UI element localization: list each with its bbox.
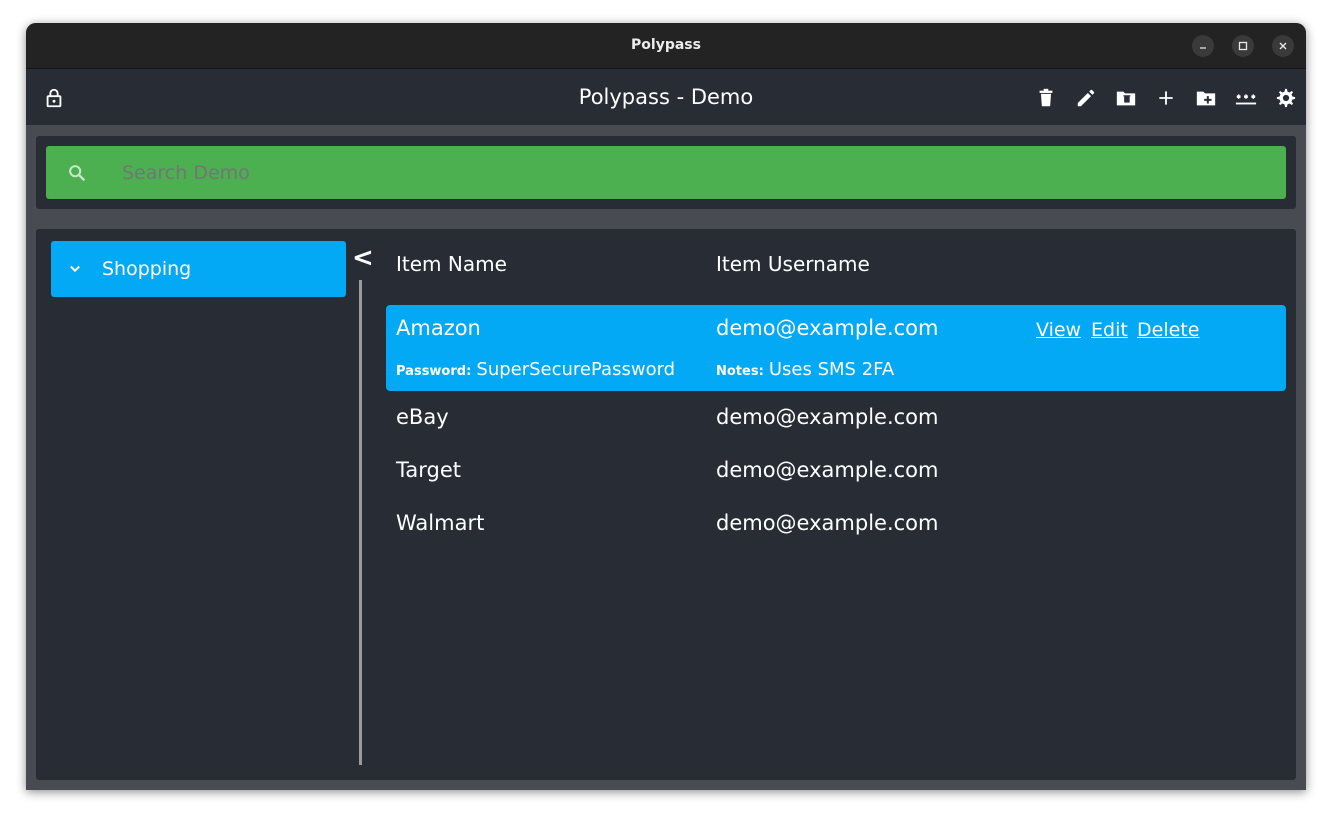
chevron-down-icon: [70, 265, 80, 273]
column-header-item-username: Item Username: [716, 252, 870, 276]
table-row[interactable]: Target demo@example.com: [386, 450, 1286, 500]
minimize-icon: [1200, 47, 1206, 49]
item-username: demo@example.com: [716, 316, 939, 340]
app-header: Polypass - Demo: [26, 69, 1306, 125]
password-value: SuperSecurePassword: [476, 359, 676, 380]
app-window: Polypass Polypass - Demo Search Demo Sho…: [26, 23, 1306, 790]
item-username: demo@example.com: [716, 405, 939, 429]
item-username: demo@example.com: [716, 511, 939, 535]
password-label: Password:: [396, 364, 472, 379]
view-link[interactable]: View: [1036, 319, 1081, 341]
close-window-button[interactable]: [1272, 35, 1294, 57]
plus-icon: [1159, 91, 1173, 105]
maximize-button[interactable]: [1232, 35, 1254, 57]
delete-link[interactable]: Delete: [1137, 319, 1199, 341]
sidebar-item-label: Shopping: [102, 258, 192, 280]
notes-label: Notes:: [716, 364, 764, 379]
search-icon: [69, 165, 86, 182]
window-title: Polypass: [631, 37, 701, 53]
delete-folder-button[interactable]: [1034, 86, 1058, 110]
main-content: Shopping < Item Name Item Username Amazo…: [36, 229, 1296, 780]
password-generator-button[interactable]: [1234, 86, 1258, 110]
notes-value: Uses SMS 2FA: [768, 359, 895, 380]
search-input[interactable]: [122, 160, 1222, 186]
add-item-button[interactable]: [1154, 86, 1178, 110]
notes-detail: Notes: Uses SMS 2FA: [716, 359, 894, 380]
pencil-icon: [1077, 89, 1095, 107]
table-row[interactable]: Walmart demo@example.com: [386, 503, 1286, 553]
edit-link[interactable]: Edit: [1091, 319, 1128, 341]
item-name: Target: [396, 458, 461, 482]
folder-delete-icon: [1116, 91, 1136, 106]
minimize-button[interactable]: [1192, 35, 1214, 57]
sidebar-item-shopping[interactable]: Shopping: [51, 241, 346, 297]
column-header-item-name: Item Name: [396, 252, 507, 276]
trash-icon: [1039, 88, 1053, 107]
maximize-icon: [1238, 41, 1248, 51]
settings-button[interactable]: [1274, 86, 1298, 110]
table-row[interactable]: eBay demo@example.com: [386, 397, 1286, 447]
close-icon: [1279, 42, 1287, 50]
table-row-selected[interactable]: Amazon demo@example.com View Edit Delete…: [386, 305, 1286, 391]
search-panel: [36, 136, 1296, 209]
password-icon: [1235, 94, 1257, 105]
window-titlebar[interactable]: Polypass: [26, 23, 1306, 69]
delete-folder-contents-button[interactable]: [1114, 86, 1138, 110]
password-detail: Password: SuperSecurePassword: [396, 359, 675, 380]
item-name: Amazon: [396, 316, 481, 340]
item-name: eBay: [396, 405, 449, 429]
collapse-sidebar-button[interactable]: <: [352, 243, 374, 273]
folder-add-icon: [1196, 91, 1216, 106]
sidebar-resize-handle[interactable]: [359, 280, 362, 765]
edit-button[interactable]: [1074, 86, 1098, 110]
add-folder-button[interactable]: [1194, 86, 1218, 110]
search-bar[interactable]: [46, 146, 1286, 199]
gear-icon: [1276, 88, 1296, 108]
item-username: demo@example.com: [716, 458, 939, 482]
item-name: Walmart: [396, 511, 485, 535]
